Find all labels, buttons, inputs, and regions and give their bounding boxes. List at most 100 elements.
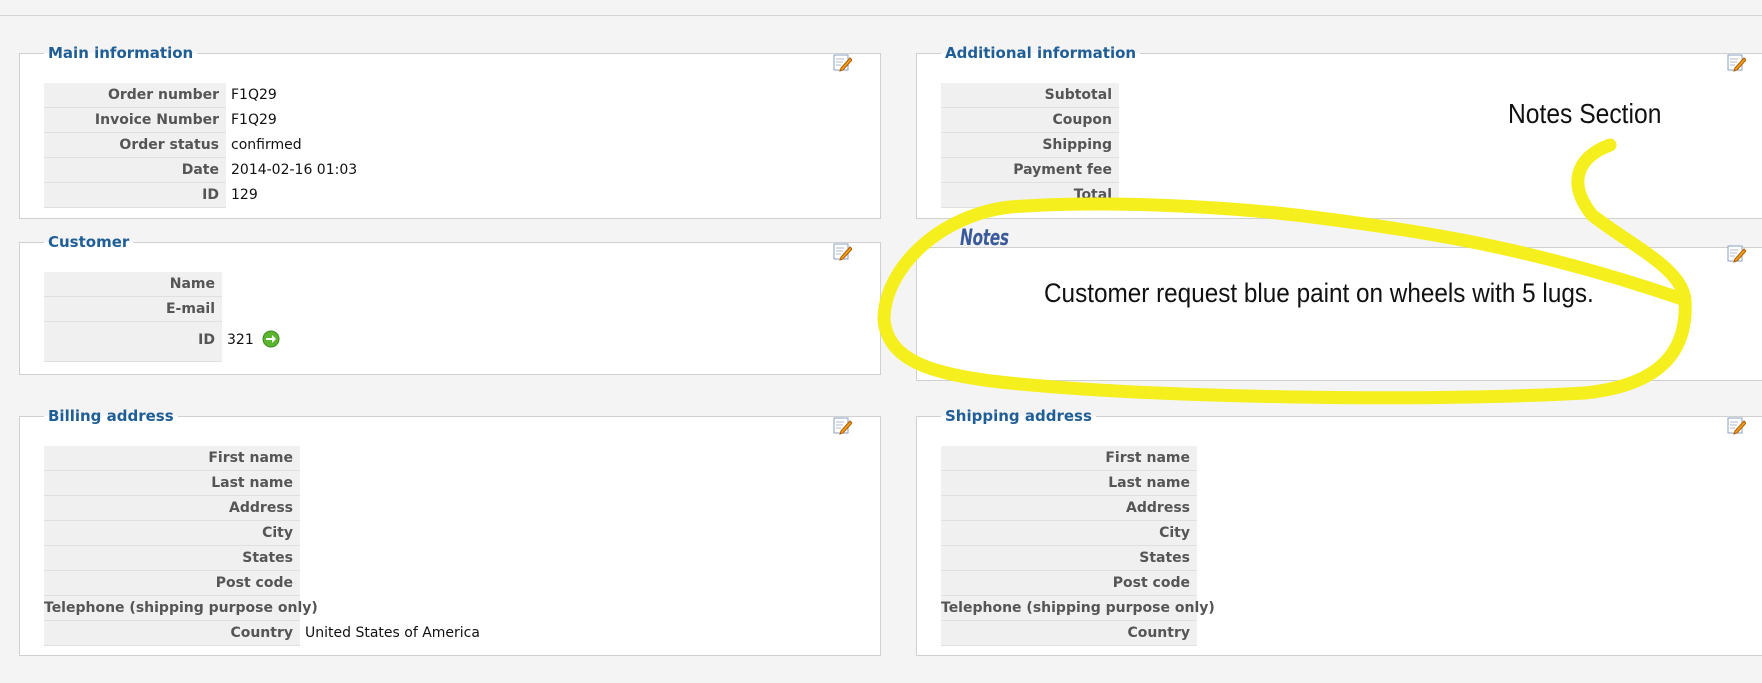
row-value [1119, 108, 1124, 133]
top-divider [0, 15, 1762, 16]
edit-pencil-icon[interactable] [1727, 244, 1746, 263]
row-label: Post code [941, 571, 1197, 596]
additional-information-title: Additional information [945, 44, 1137, 62]
row-value: F1Q29 [231, 112, 277, 128]
row-value [300, 596, 305, 621]
main-information-panel: Main information Order number F1Q29 Invoi… [19, 45, 881, 219]
row-value: F1Q29 [231, 87, 277, 103]
additional-information-table: Subtotal Coupon Shipping Payment fee Tot… [941, 83, 1124, 208]
row-value: 2014-02-16 01:03 [231, 162, 358, 178]
customer-table: Name E-mail ID 321 [44, 272, 280, 362]
shipping-address-title: Shipping address [945, 407, 1092, 425]
table-row: Last name [44, 471, 480, 496]
table-row: Country [941, 621, 1202, 646]
row-value [1197, 471, 1202, 496]
table-row: Total [941, 183, 1124, 208]
row-value [300, 446, 305, 471]
notes-text: Customer request blue paint on wheels wi… [1044, 278, 1594, 308]
row-value: 129 [231, 187, 258, 203]
row-value [1197, 496, 1202, 521]
row-value [300, 546, 305, 571]
row-label: Country [44, 621, 300, 646]
table-row: Last name [941, 471, 1202, 496]
row-value [1119, 133, 1124, 158]
edit-pencil-icon[interactable] [1727, 416, 1746, 435]
shipping-address-panel: Shipping address First name Last name Ad… [916, 408, 1762, 656]
table-row: City [44, 521, 480, 546]
green-arrow-icon[interactable] [262, 330, 280, 348]
row-value [1197, 621, 1202, 646]
main-information-title: Main information [48, 44, 194, 62]
row-value [1119, 158, 1124, 183]
notes-title: Notes [960, 226, 1009, 251]
row-label: E-mail [44, 297, 222, 322]
row-value [1197, 596, 1202, 621]
row-value [1197, 571, 1202, 596]
row-label: States [941, 546, 1197, 571]
row-label: States [44, 546, 300, 571]
row-value [300, 571, 305, 596]
row-label: Shipping [941, 133, 1119, 158]
row-value: United States of America [305, 625, 480, 641]
table-row: Invoice Number F1Q29 [44, 108, 357, 133]
table-row: States [44, 546, 480, 571]
row-value [300, 496, 305, 521]
table-row: First name [941, 446, 1202, 471]
customer-panel: Customer Name E-mail ID 321 [19, 234, 881, 375]
table-row: ID 321 [44, 322, 280, 362]
table-row: States [941, 546, 1202, 571]
row-label: Address [44, 496, 300, 521]
edit-pencil-icon[interactable] [1727, 53, 1746, 72]
row-label: Payment fee [941, 158, 1119, 183]
additional-information-panel: Additional information Subtotal Coupon S… [916, 45, 1762, 219]
row-label: First name [941, 446, 1197, 471]
row-label: Country [941, 621, 1197, 646]
edit-pencil-icon[interactable] [833, 416, 852, 435]
row-label: Order status [44, 133, 226, 158]
row-value: 321 [227, 332, 254, 348]
row-label: Total [941, 183, 1119, 208]
row-value [300, 521, 305, 546]
billing-address-panel: Billing address First name Last name Add… [19, 408, 881, 656]
table-row: City [941, 521, 1202, 546]
table-row: ID 129 [44, 183, 357, 208]
row-label: First name [44, 446, 300, 471]
notes-section-annotation: Notes Section [1508, 98, 1662, 129]
row-value: confirmed [231, 137, 302, 153]
customer-title: Customer [48, 233, 130, 251]
table-row: Post code [44, 571, 480, 596]
row-value [1119, 183, 1124, 208]
row-value [222, 297, 227, 322]
edit-pencil-icon[interactable] [833, 53, 852, 72]
row-label: Name [44, 272, 222, 297]
row-label: Invoice Number [44, 108, 226, 133]
row-label: Telephone (shipping purpose only) [44, 596, 318, 621]
main-information-table: Order number F1Q29 Invoice Number F1Q29 Or… [44, 83, 357, 208]
table-row: First name [44, 446, 480, 471]
row-label: ID [44, 322, 222, 362]
row-value [300, 471, 305, 496]
row-value [1197, 546, 1202, 571]
notes-panel [916, 244, 1762, 381]
table-row: Coupon [941, 108, 1124, 133]
table-row: Telephone (shipping purpose only) [44, 596, 480, 621]
billing-address-table: First name Last name Address City States… [44, 446, 480, 646]
row-label: Address [941, 496, 1197, 521]
row-label: ID [44, 183, 226, 208]
row-label: Post code [44, 571, 300, 596]
row-label: Last name [44, 471, 300, 496]
table-row: Country United States of America [44, 621, 480, 646]
table-row: Address [941, 496, 1202, 521]
row-value [1197, 521, 1202, 546]
row-label: Coupon [941, 108, 1119, 133]
table-row: Subtotal [941, 83, 1124, 108]
row-label: City [941, 521, 1197, 546]
shipping-address-table: First name Last name Address City States… [941, 446, 1215, 646]
customer-id-cell: 321 [222, 322, 280, 362]
table-row: Payment fee [941, 158, 1124, 183]
edit-pencil-icon[interactable] [833, 242, 852, 261]
table-row: Address [44, 496, 480, 521]
row-value [1197, 446, 1202, 471]
table-row: Order number F1Q29 [44, 83, 357, 108]
billing-address-title: Billing address [48, 407, 174, 425]
